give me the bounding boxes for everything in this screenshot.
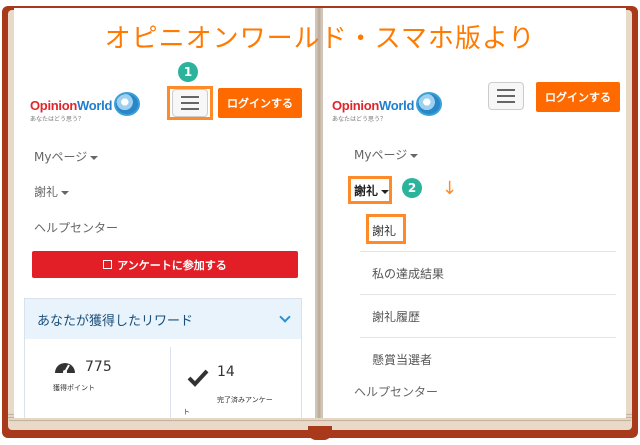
nav-mypage-left[interactable]: Myページ	[34, 148, 99, 165]
logo-word-world: World	[379, 98, 415, 113]
points-value: 775	[85, 359, 112, 375]
points-stat: 775 獲得ポイント	[53, 357, 112, 393]
logo-word-opinion: Opinion	[332, 98, 379, 113]
bookmark-tab	[308, 426, 332, 440]
nav-mypage-label: Myページ	[354, 148, 408, 162]
join-survey-label: アンケートに参加する	[117, 258, 227, 272]
nav-help-right[interactable]: ヘルプセンター	[354, 383, 438, 400]
submenu-divider	[360, 337, 616, 338]
completed-label-wrap: ト	[183, 408, 190, 416]
completed-label: 完了済みアンケー	[217, 396, 273, 404]
reward-card: あなたが獲得したリワード 775 獲得ポイント 14 完了済みアンケー ト	[24, 298, 302, 419]
submenu-reward[interactable]: 謝礼	[372, 222, 396, 239]
reward-card-header[interactable]: あなたが獲得したリワード	[25, 299, 301, 339]
submenu-divider	[360, 251, 616, 252]
join-survey-button[interactable]: アンケートに参加する	[32, 251, 298, 278]
logo-word-opinion: Opinion	[30, 98, 77, 113]
submenu-sweepstakes-winners[interactable]: 懸賞当選者	[372, 351, 432, 368]
login-button-right[interactable]: ログインする	[536, 82, 620, 112]
chevron-down-icon[interactable]	[279, 311, 291, 323]
stat-divider	[170, 347, 171, 419]
caret-down-icon	[61, 190, 70, 195]
login-button-left[interactable]: ログインする	[218, 88, 302, 118]
globe-icon	[416, 92, 443, 116]
nav-reward-label: 謝礼	[34, 185, 59, 199]
points-label: 獲得ポイント	[53, 384, 95, 392]
submenu-divider	[360, 294, 616, 295]
caret-down-icon	[90, 155, 99, 160]
hamburger-menu-button-right[interactable]	[488, 82, 524, 110]
logo-word-world: World	[77, 98, 113, 113]
arrow-down-icon: ↓	[442, 178, 458, 199]
nav-mypage-right[interactable]: Myページ	[354, 146, 419, 163]
submenu-achievements[interactable]: 私の達成結果	[372, 265, 444, 282]
logo-tagline: あなたはどう思う？	[30, 116, 85, 123]
hamburger-icon	[181, 96, 199, 98]
nav-reward-right[interactable]: 謝礼	[354, 182, 390, 199]
nav-mypage-label: Myページ	[34, 150, 88, 164]
nav-help-left[interactable]: ヘルプセンター	[34, 219, 118, 236]
reward-card-heading: あなたが獲得したリワード	[37, 313, 194, 329]
speedometer-icon	[55, 363, 75, 374]
check-square-icon	[103, 260, 113, 269]
globe-icon	[114, 92, 141, 116]
hamburger-icon	[497, 89, 515, 91]
hamburger-menu-button[interactable]	[172, 89, 208, 117]
nav-reward-label: 謝礼	[354, 184, 379, 198]
step-badge-2: 2	[402, 178, 422, 198]
right-page	[322, 8, 626, 418]
completed-value: 14	[217, 364, 235, 380]
caret-down-icon	[410, 153, 419, 158]
checkmark-icon	[187, 369, 209, 387]
nav-reward-left[interactable]: 謝礼	[34, 183, 70, 200]
submenu-reward-history[interactable]: 謝礼履歴	[372, 308, 420, 325]
opinion-world-logo-left[interactable]: OpinionWorld あなたはどう思う？	[30, 92, 141, 123]
step-badge-1: 1	[178, 62, 198, 82]
completed-stat: 14	[187, 357, 235, 387]
logo-tagline: あなたはどう思う？	[332, 116, 387, 123]
caret-down-icon	[381, 189, 390, 194]
page-title: オピニオンワールド・スマホ版より	[104, 24, 536, 54]
opinion-world-logo-right[interactable]: OpinionWorld あなたはどう思う？	[332, 92, 443, 123]
